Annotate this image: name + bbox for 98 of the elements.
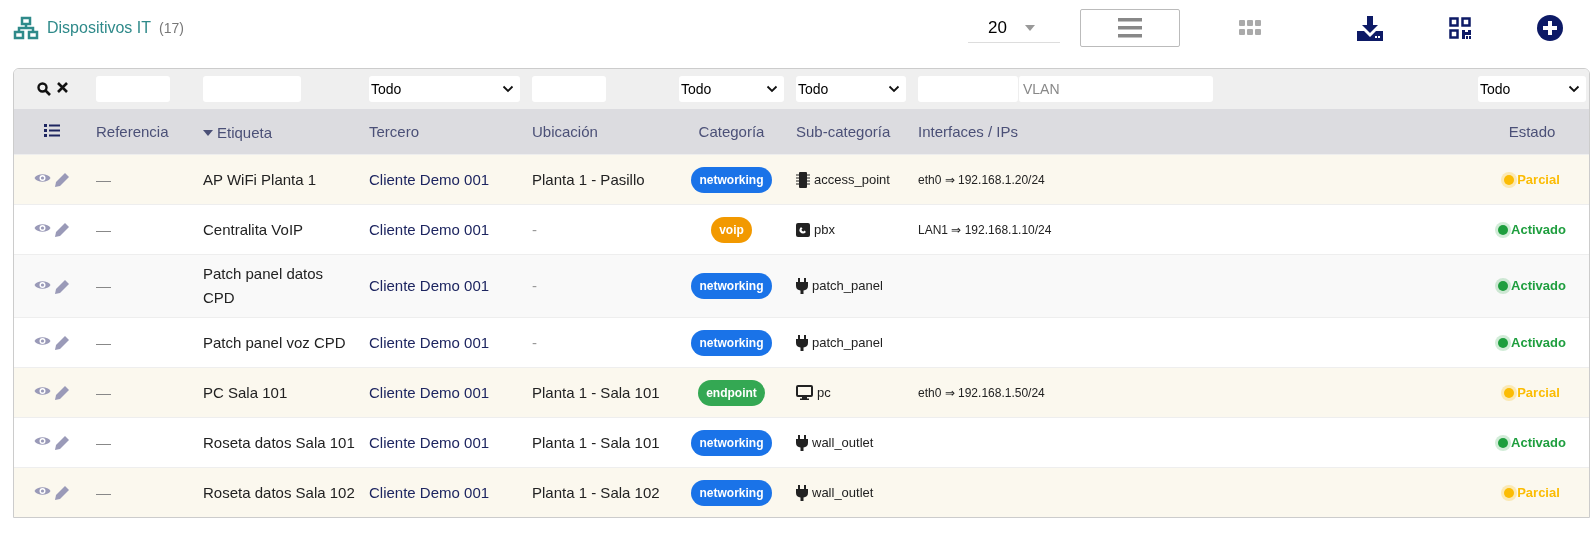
column-header[interactable]: Interfaces / IPs	[918, 123, 1019, 140]
reference-cell: —	[96, 383, 111, 401]
eye-icon[interactable]	[34, 335, 51, 347]
location-cell: -	[532, 220, 537, 238]
qr-code-icon[interactable]	[1449, 17, 1471, 39]
label-cell: Patch panel voz CPD	[203, 333, 346, 351]
reference-cell: —	[96, 170, 111, 188]
page-title: Dispositivos IT	[47, 19, 152, 37]
pencil-icon[interactable]	[55, 222, 70, 237]
filter-select[interactable]: Todo	[1478, 76, 1586, 102]
chevron-down-icon	[1568, 85, 1580, 93]
reference-cell: —	[96, 220, 111, 238]
category-tag: voip	[711, 216, 752, 243]
status-label: Activado	[1511, 333, 1566, 352]
label-cell: Patch panel datos CPD	[203, 265, 324, 306]
status-label: Parcial	[1517, 170, 1560, 189]
category-tag: networking	[691, 166, 772, 193]
location-cell: Planta 1 - Sala 101	[532, 433, 660, 451]
label-cell: Roseta datos Sala 101	[203, 433, 355, 451]
download-icon[interactable]	[1357, 15, 1383, 41]
plug-icon	[796, 334, 808, 351]
eye-icon[interactable]	[34, 222, 51, 234]
category-tag: networking	[691, 329, 772, 356]
reference-cell: —	[96, 433, 111, 451]
chevron-down-icon	[766, 85, 778, 93]
eye-icon[interactable]	[34, 385, 51, 397]
subcategory-cell-text: patch_panel	[812, 277, 883, 295]
eye-icon[interactable]	[34, 485, 51, 497]
location-cell: Planta 1 - Sala 101	[532, 383, 660, 401]
location-cell: -	[532, 333, 537, 351]
plug-icon	[796, 484, 808, 501]
reference-cell: —	[96, 483, 111, 501]
third-party-link[interactable]: Cliente Demo 001	[369, 333, 490, 351]
column-header[interactable]: Etiqueta	[203, 124, 273, 142]
category-tag: networking	[691, 479, 772, 506]
eye-icon[interactable]	[34, 172, 51, 184]
third-party-link[interactable]: Cliente Demo 001	[369, 433, 490, 451]
monitor-icon	[796, 385, 813, 400]
category-tag: networking	[691, 273, 772, 299]
third-party-link[interactable]: Cliente Demo 001	[369, 220, 490, 238]
add-icon[interactable]	[1537, 15, 1563, 41]
interfaces-cell: LAN1 ⇒ 192.168.1.10/24	[918, 223, 1052, 237]
subcategory-cell-text: patch_panel	[812, 333, 883, 352]
reference-cell: —	[96, 333, 111, 351]
subcategory-cell-text: wall_outlet	[812, 483, 874, 502]
category-tag: endpoint	[698, 379, 765, 406]
phone-icon	[796, 222, 810, 237]
status-label: Parcial	[1517, 383, 1560, 402]
plug-icon	[796, 434, 808, 451]
label-cell: PC Sala 101	[203, 383, 288, 401]
column-header[interactable]: Ubicación	[532, 123, 598, 140]
status-label: Parcial	[1517, 483, 1560, 502]
network-icon	[13, 16, 39, 40]
subcategory-cell-text: pc	[817, 383, 831, 402]
filter-select[interactable]: Todo	[679, 76, 784, 102]
column-menu-icon[interactable]	[44, 124, 60, 137]
subcategory-cell-text: wall_outlet	[812, 433, 874, 452]
chevron-down-icon	[502, 85, 514, 93]
search-icon[interactable]	[36, 82, 51, 96]
interfaces-cell: eth0 ⇒ 192.168.1.20/24	[918, 173, 1045, 187]
page-size-select[interactable]: 20	[968, 13, 1060, 43]
status-label: Activado	[1511, 220, 1566, 239]
label-cell: Roseta datos Sala 102	[203, 483, 355, 501]
list-icon	[1118, 18, 1142, 38]
pencil-icon[interactable]	[55, 385, 70, 400]
pencil-icon[interactable]	[55, 172, 70, 187]
pencil-icon[interactable]	[55, 485, 70, 500]
caret-icon	[1024, 24, 1035, 31]
reference-cell: —	[96, 277, 111, 294]
pencil-icon[interactable]	[55, 278, 70, 294]
column-header[interactable]: Estado	[1508, 123, 1556, 140]
location-cell: Planta 1 - Sala 102	[532, 483, 660, 501]
location-cell: -	[532, 277, 537, 294]
eye-icon[interactable]	[34, 435, 51, 447]
category-tag: networking	[691, 429, 772, 456]
chip-icon	[796, 171, 810, 188]
eye-icon[interactable]	[34, 278, 51, 291]
plug-icon	[796, 278, 808, 294]
subcategory-cell-text: access_point	[814, 170, 890, 189]
filter-select[interactable]: Todo	[369, 76, 520, 102]
item-count: (17)	[159, 20, 184, 36]
location-cell: Planta 1 - Pasillo	[532, 170, 645, 188]
vlan-filter-field[interactable]: VLAN	[1018, 76, 1213, 102]
pencil-icon[interactable]	[55, 435, 70, 450]
pencil-icon[interactable]	[55, 335, 70, 350]
status-label: Activado	[1511, 277, 1566, 295]
close-icon[interactable]	[56, 82, 68, 93]
filter-select[interactable]: Todo	[796, 76, 906, 102]
column-header[interactable]: Tercero	[369, 123, 420, 140]
subcategory-cell-text: pbx	[814, 220, 835, 239]
grid-icon	[1239, 20, 1261, 36]
third-party-link[interactable]: Cliente Demo 001	[369, 277, 490, 294]
chevron-down-icon	[888, 85, 900, 93]
interfaces-cell: eth0 ⇒ 192.168.1.50/24	[918, 386, 1045, 400]
label-cell: Centralita VoIP	[203, 220, 304, 238]
label-cell: AP WiFi Planta 1	[203, 170, 317, 188]
list-view-button[interactable]	[1080, 9, 1180, 47]
status-label: Activado	[1511, 433, 1566, 452]
